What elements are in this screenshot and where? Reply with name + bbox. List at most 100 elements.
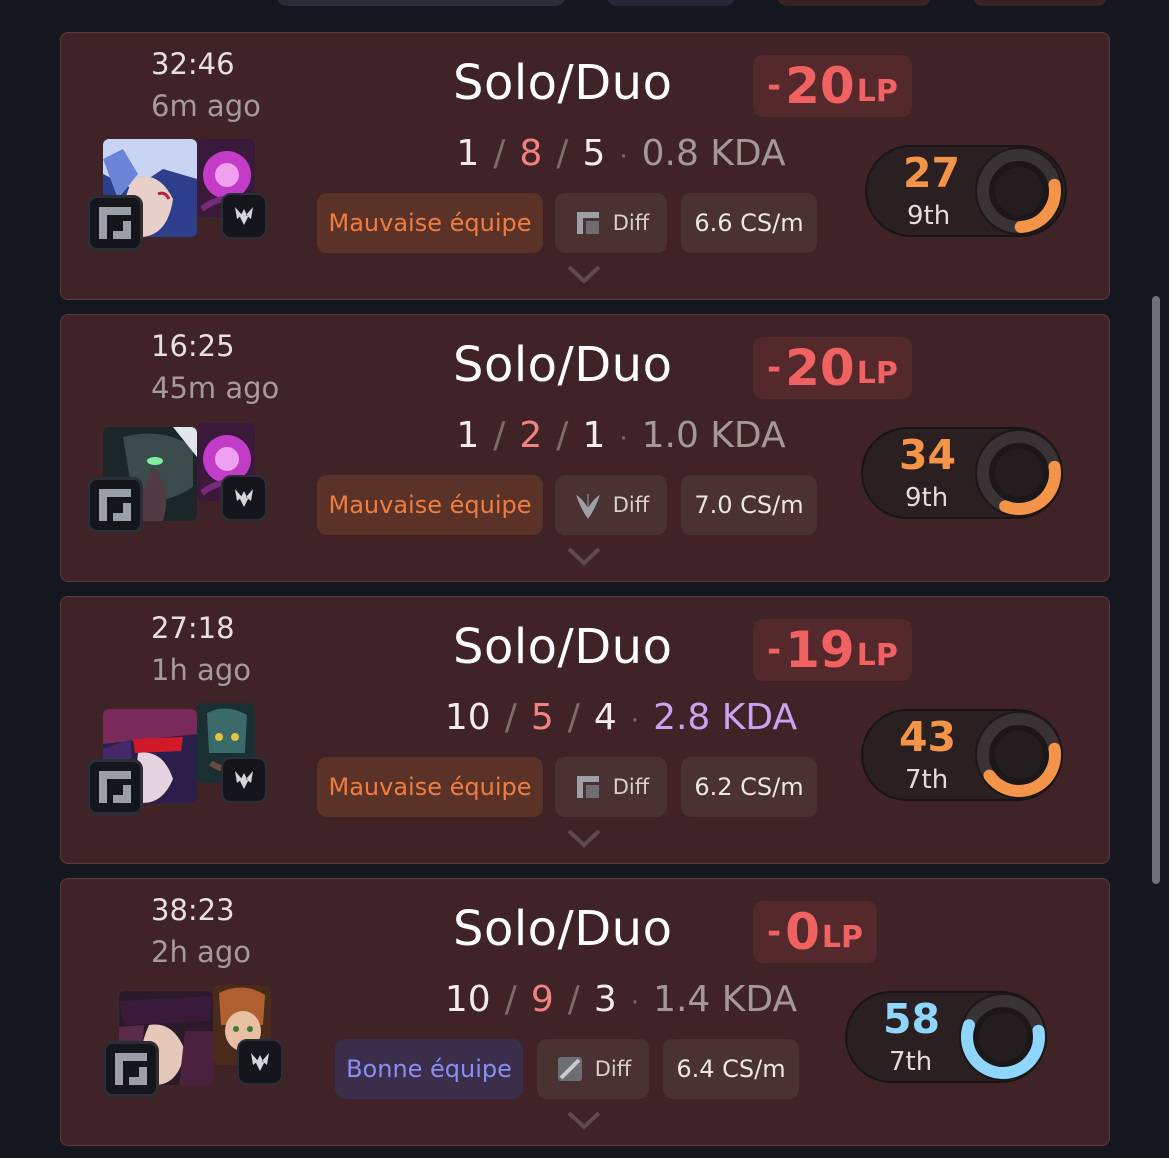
score-placement: 9th bbox=[907, 201, 951, 231]
assists: 5 bbox=[582, 133, 606, 174]
chevron-down-icon[interactable] bbox=[565, 823, 603, 853]
tab-pill[interactable] bbox=[606, 0, 736, 6]
diff-tag[interactable]: Diff bbox=[555, 757, 667, 817]
match-card[interactable]: 16:25 45m ago Solo/Duo - 20 LP 1 / 2 / 1 · 1.0… bbox=[60, 314, 1110, 582]
queue-type: Solo/Duo bbox=[453, 337, 673, 393]
lp-change-badge: - 0 LP bbox=[753, 901, 878, 963]
lp-sign: - bbox=[767, 66, 782, 106]
score-placement: 7th bbox=[889, 1047, 933, 1077]
tab-pill[interactable] bbox=[276, 0, 566, 6]
kda-dot: · bbox=[619, 424, 628, 454]
lp-unit: LP bbox=[821, 919, 864, 955]
kda-ratio: 0.8 KDA bbox=[641, 133, 786, 174]
match-card[interactable]: 38:23 2h ago Solo/Duo - 0 LP 10 / 9 / 3 · 1.4 … bbox=[60, 878, 1110, 1146]
score-value: 58 bbox=[883, 995, 941, 1043]
tab-pill[interactable] bbox=[776, 0, 932, 6]
match-time-ago: 6m ago bbox=[151, 89, 261, 123]
diff-tag[interactable]: Diff bbox=[537, 1039, 649, 1099]
assists: 4 bbox=[593, 697, 617, 738]
deaths: 2 bbox=[519, 415, 543, 456]
deaths: 9 bbox=[530, 979, 554, 1020]
lp-value: 19 bbox=[785, 621, 855, 679]
team-tag[interactable]: Mauvaise équipe bbox=[317, 757, 543, 817]
lp-unit: LP bbox=[856, 355, 898, 391]
chevron-down-icon[interactable] bbox=[565, 1105, 603, 1135]
team-tag[interactable]: Mauvaise équipe bbox=[317, 475, 543, 535]
kda-dot: · bbox=[630, 706, 640, 736]
match-time-ago: 1h ago bbox=[151, 653, 251, 687]
kda-separator: / bbox=[493, 133, 506, 174]
kda-separator: / bbox=[504, 697, 517, 738]
chevron-down-icon[interactable] bbox=[565, 259, 603, 289]
lp-unit: LP bbox=[856, 637, 898, 673]
score-placement: 9th bbox=[905, 483, 949, 513]
kda-separator: / bbox=[567, 697, 580, 738]
score-ring bbox=[975, 429, 1063, 517]
lp-unit: LP bbox=[856, 73, 898, 109]
leaf-diff-icon bbox=[575, 494, 600, 519]
performance-score[interactable]: 43 7th bbox=[861, 709, 1063, 801]
kda-dot: · bbox=[630, 988, 640, 1018]
top-tab-strip bbox=[0, 0, 1169, 12]
deaths: 5 bbox=[530, 697, 554, 738]
match-card[interactable]: 27:18 1h ago Solo/Duo - 19 LP 10 / 5 / 4 · 2.8… bbox=[60, 596, 1110, 864]
kda-ratio: 1.4 KDA bbox=[653, 979, 798, 1020]
diff-label: Diff bbox=[612, 211, 650, 235]
score-value: 27 bbox=[903, 149, 961, 197]
kills: 1 bbox=[456, 415, 480, 456]
match-time-ago: 45m ago bbox=[151, 371, 280, 405]
cs-tag[interactable]: 6.4 CS/m bbox=[663, 1039, 799, 1099]
performance-score[interactable]: 58 7th bbox=[845, 991, 1047, 1083]
kills: 10 bbox=[444, 697, 491, 738]
lp-value: 0 bbox=[785, 903, 820, 961]
kda-ratio: 1.0 KDA bbox=[641, 415, 786, 456]
kda-separator: / bbox=[493, 415, 506, 456]
assists: 3 bbox=[593, 979, 617, 1020]
score-placement: 7th bbox=[905, 765, 949, 795]
kda-line: 10 / 5 / 4 · 2.8 KDA bbox=[371, 697, 871, 738]
queue-type: Solo/Duo bbox=[453, 901, 673, 957]
team-tag[interactable]: Bonne équipe bbox=[335, 1039, 523, 1099]
chevron-down-icon[interactable] bbox=[565, 541, 603, 571]
kda-line: 10 / 9 / 3 · 1.4 KDA bbox=[371, 979, 871, 1020]
score-ring bbox=[975, 147, 1063, 235]
performance-score[interactable]: 34 9th bbox=[861, 427, 1063, 519]
score-ring bbox=[959, 993, 1047, 1081]
lp-change-badge: - 20 LP bbox=[753, 55, 912, 117]
performance-score[interactable]: 27 9th bbox=[865, 145, 1067, 237]
match-duration: 16:25 bbox=[151, 329, 235, 363]
square-diff-icon bbox=[576, 212, 599, 234]
match-duration: 38:23 bbox=[151, 893, 235, 927]
cs-tag[interactable]: 6.2 CS/m bbox=[681, 757, 817, 817]
deaths: 8 bbox=[519, 133, 543, 174]
team-tag[interactable]: Mauvaise équipe bbox=[317, 193, 543, 253]
scrollbar[interactable] bbox=[1152, 296, 1160, 884]
queue-type: Solo/Duo bbox=[453, 619, 673, 675]
match-duration: 27:18 bbox=[151, 611, 235, 645]
match-card[interactable]: 32:46 6m ago Solo/Duo - 20 LP 1 / 8 / 5 · 0.8 … bbox=[60, 32, 1110, 300]
lp-sign: - bbox=[767, 630, 782, 670]
kda-dot: · bbox=[619, 142, 628, 172]
kda-separator: / bbox=[556, 415, 569, 456]
lp-sign: - bbox=[767, 912, 782, 952]
lp-change-badge: - 20 LP bbox=[753, 337, 912, 399]
diff-label: Diff bbox=[594, 1057, 632, 1081]
lp-sign: - bbox=[767, 348, 782, 388]
queue-type: Solo/Duo bbox=[453, 55, 673, 111]
lp-value: 20 bbox=[785, 57, 855, 115]
kda-ratio: 2.8 KDA bbox=[653, 697, 798, 738]
diff-label: Diff bbox=[612, 493, 650, 517]
cs-tag[interactable]: 6.6 CS/m bbox=[681, 193, 817, 253]
score-ring bbox=[975, 711, 1063, 799]
kda-line: 1 / 2 / 1 · 1.0 KDA bbox=[371, 415, 871, 456]
diff-tag[interactable]: Diff bbox=[555, 475, 667, 535]
kda-separator: / bbox=[504, 979, 517, 1020]
kills: 10 bbox=[444, 979, 491, 1020]
match-time-ago: 2h ago bbox=[151, 935, 251, 969]
kda-line: 1 / 8 / 5 · 0.8 KDA bbox=[371, 133, 871, 174]
tab-pill[interactable] bbox=[972, 0, 1108, 6]
kills: 1 bbox=[456, 133, 480, 174]
lp-value: 20 bbox=[785, 339, 855, 397]
diff-tag[interactable]: Diff bbox=[555, 193, 667, 253]
cs-tag[interactable]: 7.0 CS/m bbox=[681, 475, 817, 535]
